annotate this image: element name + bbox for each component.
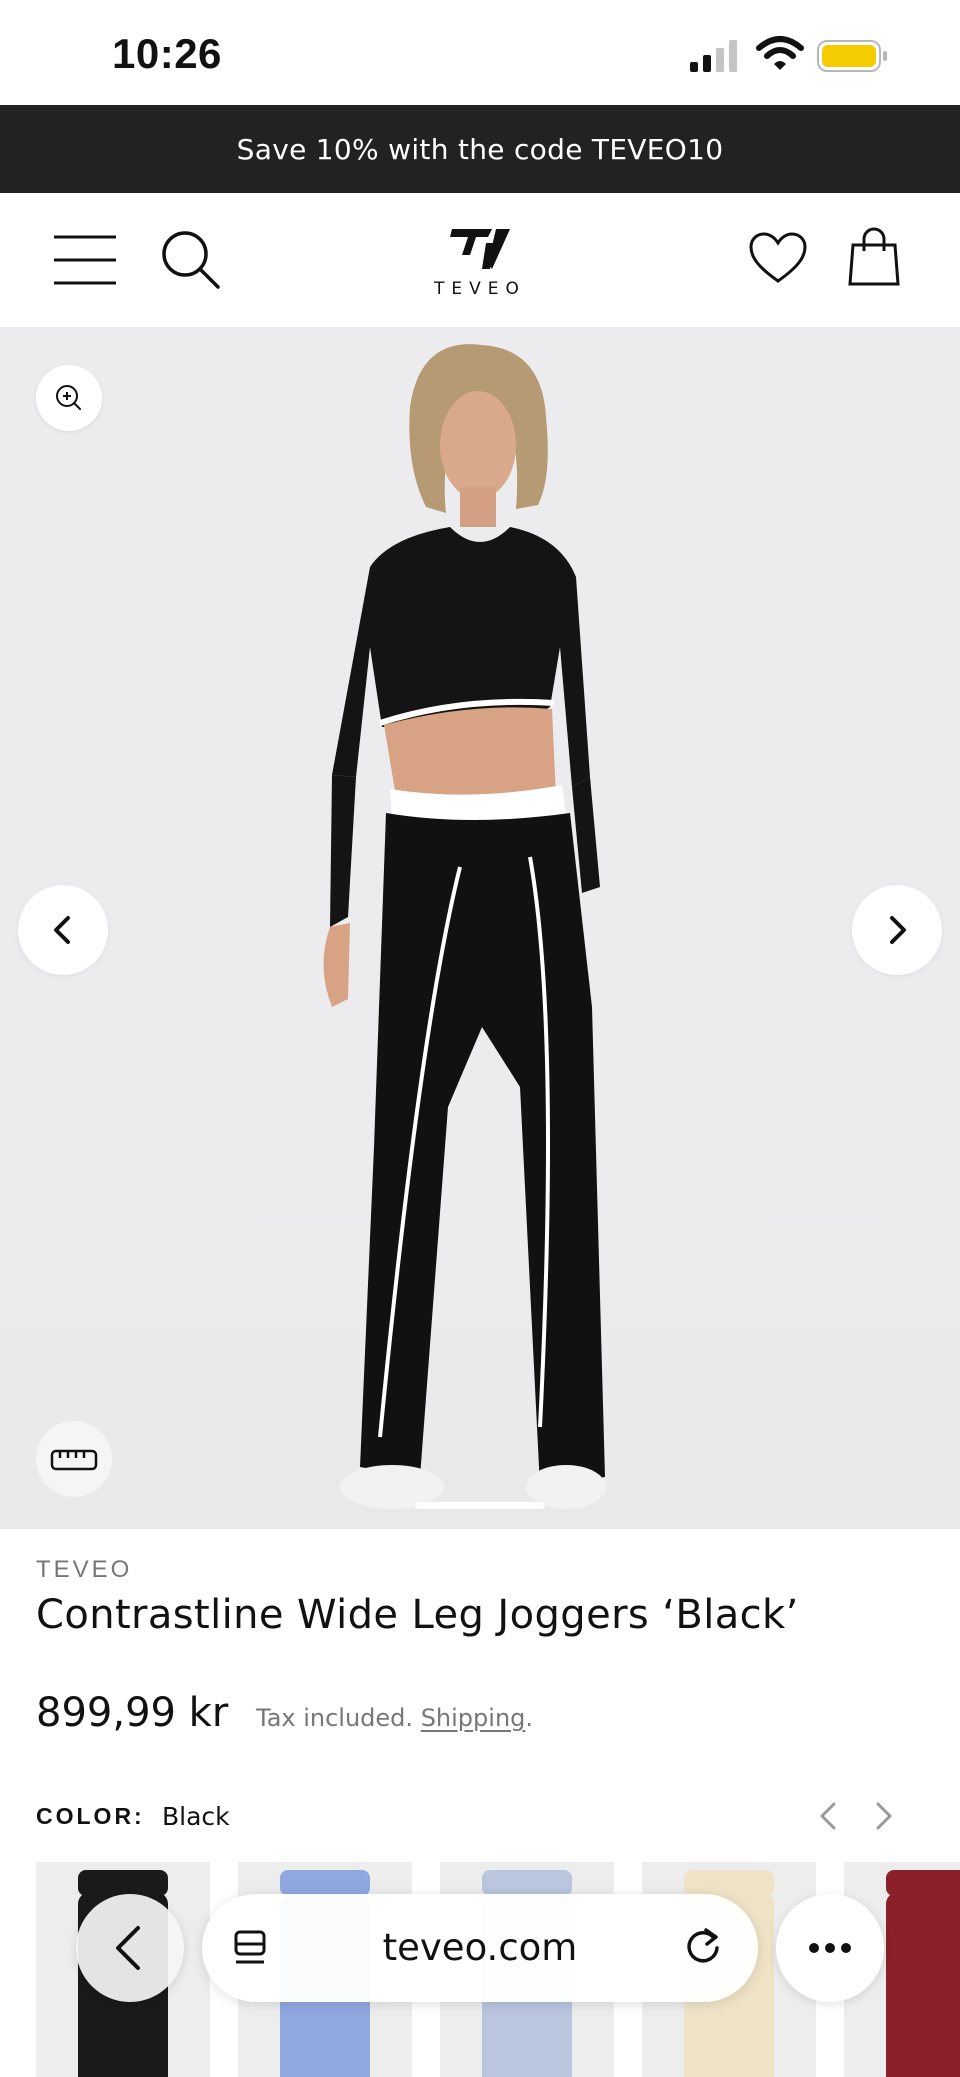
product-price: 899,99 kr bbox=[36, 1690, 229, 1736]
promo-banner[interactable]: Save 10% with the code TEVEO10 bbox=[0, 105, 960, 193]
address-bar[interactable]: teveo.com bbox=[202, 1894, 758, 2002]
gallery-pager-indicator bbox=[415, 1502, 545, 1509]
chevron-left-icon[interactable] bbox=[18, 885, 108, 975]
chevron-right-icon[interactable] bbox=[852, 885, 942, 975]
logo-mark-icon bbox=[450, 229, 510, 269]
product-title: Contrastline Wide Leg Joggers ‘Black’ bbox=[36, 1592, 799, 1638]
shopping-bag-icon[interactable] bbox=[848, 227, 900, 287]
zoom-in-icon[interactable] bbox=[36, 365, 102, 431]
product-photo bbox=[323, 344, 606, 1509]
shipping-link[interactable]: Shipping bbox=[421, 1704, 526, 1732]
product-brand[interactable]: TEVEO bbox=[36, 1556, 132, 1584]
heart-icon[interactable] bbox=[748, 231, 808, 285]
logo-wordmark: TEVEO bbox=[434, 279, 526, 299]
tax-text: Tax included. bbox=[256, 1704, 414, 1732]
status-bar: 10:26 bbox=[0, 0, 960, 105]
color-label: COLOR: bbox=[36, 1803, 145, 1829]
back-arrow-icon[interactable] bbox=[76, 1894, 184, 2002]
battery-icon bbox=[817, 40, 887, 72]
chevron-left-icon[interactable] bbox=[812, 1796, 846, 1836]
more-icon[interactable] bbox=[776, 1894, 884, 2002]
tax-suffix: . bbox=[525, 1704, 534, 1732]
tax-note: Tax included. Shipping. bbox=[256, 1704, 533, 1732]
color-selected-value: Black bbox=[162, 1802, 230, 1831]
ruler-icon[interactable] bbox=[36, 1421, 112, 1497]
site-logo[interactable]: TEVEO bbox=[430, 225, 530, 305]
search-icon[interactable] bbox=[160, 229, 222, 291]
signal-icon bbox=[690, 40, 737, 72]
reload-icon[interactable] bbox=[680, 1924, 726, 1970]
url-text[interactable]: teveo.com bbox=[202, 1926, 758, 1969]
promo-text: Save 10% with the code TEVEO10 bbox=[236, 132, 724, 166]
status-time: 10:26 bbox=[112, 30, 222, 77]
menu-icon[interactable] bbox=[52, 233, 118, 287]
browser-toolbar: teveo.com bbox=[0, 1880, 960, 2020]
site-header: TEVEO bbox=[0, 193, 960, 327]
product-image-gallery[interactable] bbox=[0, 327, 960, 1529]
wifi-icon bbox=[756, 36, 804, 70]
chevron-right-icon[interactable] bbox=[866, 1796, 900, 1836]
